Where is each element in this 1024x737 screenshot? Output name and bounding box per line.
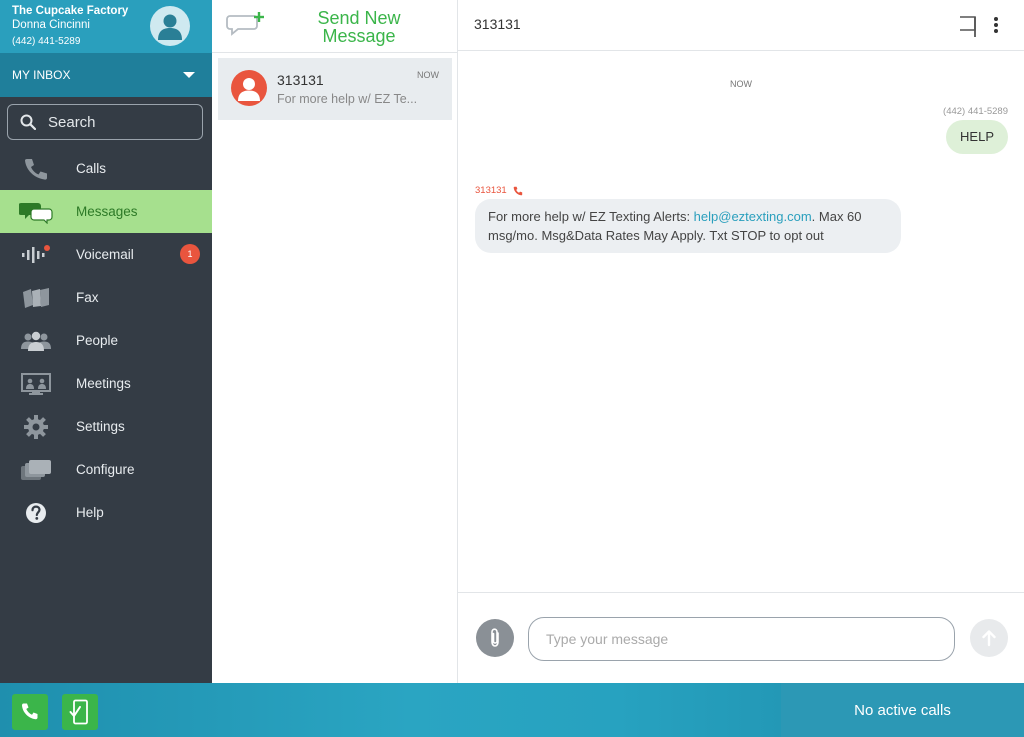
new-message-icon[interactable]: [226, 10, 268, 45]
gear-icon: [0, 414, 76, 440]
chat-bubbles-icon: [0, 200, 76, 224]
conversation-preview: For more help w/ EZ Te...: [277, 92, 418, 106]
conversation-name: 313131: [277, 72, 324, 88]
inbox-selector[interactable]: MY INBOX: [0, 53, 212, 97]
conversation-item[interactable]: 313131 NOW For more help w/ EZ Te...: [218, 58, 452, 120]
chevron-down-icon: [183, 72, 195, 78]
chat-header: 313131: [458, 0, 1024, 51]
sidebar-item-label: Configure: [76, 462, 135, 477]
inbox-label: MY INBOX: [12, 68, 71, 82]
attach-button[interactable]: [476, 619, 514, 657]
sidebar-nav: Calls Messages Voicemail 1 Fax People Me…: [0, 147, 212, 534]
conversation-time: NOW: [417, 70, 439, 80]
conversation-list: Send New Message 313131 NOW For more hel…: [212, 0, 458, 683]
sidebar-item-messages[interactable]: Messages: [0, 190, 212, 233]
phone-icon: [0, 157, 76, 181]
sidebar-item-fax[interactable]: Fax: [0, 276, 212, 319]
sidebar-item-calls[interactable]: Calls: [0, 147, 212, 190]
more-options-icon[interactable]: [994, 17, 998, 35]
voicemail-count-badge: 1: [180, 244, 200, 264]
send-new-message-button[interactable]: Send New Message: [304, 9, 414, 45]
help-icon: [0, 502, 76, 524]
message-composer: [458, 592, 1024, 683]
contact-avatar: [231, 70, 267, 106]
flag-icon[interactable]: [958, 14, 978, 43]
sidebar-item-label: Fax: [76, 290, 99, 305]
configure-icon: [0, 458, 76, 482]
arrow-up-icon: [982, 630, 996, 647]
sidebar-item-label: Messages: [76, 204, 138, 219]
sidebar: The Cupcake Factory Donna Cincinni (442)…: [0, 0, 212, 683]
account-header: The Cupcake Factory Donna Cincinni (442)…: [0, 0, 212, 53]
chat-panel: 313131 NOW (442) 441-5289 HELP 313131 Fo…: [458, 0, 1024, 683]
user-icon: [238, 78, 260, 101]
search-input[interactable]: Search: [7, 104, 203, 140]
sidebar-item-label: Meetings: [76, 376, 131, 391]
phone-icon: [21, 703, 38, 720]
sidebar-item-help[interactable]: Help: [0, 491, 212, 534]
sidebar-item-label: People: [76, 333, 119, 348]
device-check-button[interactable]: [62, 694, 98, 730]
incoming-message-bubble: For more help w/ EZ Texting Alerts: help…: [475, 199, 901, 253]
email-link[interactable]: help@eztexting.com: [694, 209, 812, 224]
chat-title: 313131: [474, 16, 521, 32]
incoming-sender-name: 313131: [475, 185, 507, 196]
dialpad-button[interactable]: [12, 694, 48, 730]
sidebar-item-settings[interactable]: Settings: [0, 405, 212, 448]
paperclip-icon: [491, 628, 499, 647]
phone-icon[interactable]: [513, 186, 523, 196]
device-check-icon: [69, 699, 88, 725]
sidebar-item-voicemail[interactable]: Voicemail 1: [0, 233, 212, 276]
voicemail-icon: [0, 243, 76, 267]
sidebar-item-meetings[interactable]: Meetings: [0, 362, 212, 405]
sidebar-item-label: Help: [76, 505, 104, 520]
incoming-sender: 313131: [475, 185, 523, 196]
meetings-icon: [0, 372, 76, 396]
search-placeholder: Search: [48, 113, 96, 131]
sidebar-item-label: Settings: [76, 419, 125, 434]
incoming-text: For more help w/ EZ Texting Alerts:: [488, 209, 694, 224]
outgoing-message-bubble: HELP: [946, 120, 1008, 154]
user-icon: [158, 14, 182, 40]
sidebar-item-label: Calls: [76, 161, 107, 176]
time-separator: NOW: [730, 79, 752, 89]
fax-icon: [0, 286, 76, 310]
conversation-list-header: Send New Message: [212, 0, 457, 53]
call-status: No active calls: [781, 683, 1024, 737]
send-button[interactable]: [970, 619, 1008, 657]
sidebar-item-label: Voicemail: [76, 247, 134, 262]
search-icon: [20, 114, 36, 130]
avatar[interactable]: [150, 6, 190, 46]
sidebar-item-configure[interactable]: Configure: [0, 448, 212, 491]
sidebar-item-people[interactable]: People: [0, 319, 212, 362]
call-footer: No active calls: [0, 683, 1024, 737]
people-icon: [0, 329, 76, 353]
outgoing-sender: (442) 441-5289: [943, 106, 1008, 117]
message-input[interactable]: [528, 617, 955, 661]
